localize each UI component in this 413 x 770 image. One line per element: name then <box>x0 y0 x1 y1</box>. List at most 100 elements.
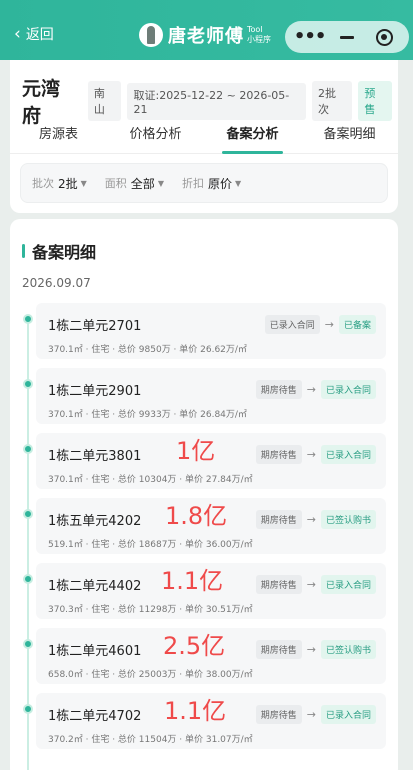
status-from-badge: 期房待售 <box>255 510 302 529</box>
more-dots-icon: ••• <box>293 26 327 47</box>
batch-filter[interactable]: 批次 2批 ▼ <box>32 175 87 192</box>
timeline-dot <box>23 509 33 519</box>
status-to-badge: 已录入合同 <box>320 380 376 399</box>
unit-name: 1栋二单元4601 <box>48 644 142 659</box>
filing-entry: 1栋二单元4402 370.3㎡ · 住宅 · 总价 11298万 · 单价 3… <box>10 563 398 619</box>
status-from-badge: 期房待售 <box>255 445 302 464</box>
arrow-right-icon: → <box>306 513 316 526</box>
handwritten-note: 1.1亿 <box>164 697 227 725</box>
filter-bar: 批次 2批 ▼ 面积 全部 ▼ 折扣 原价 ▼ <box>20 163 388 203</box>
status-to-badge: 已录入合同 <box>320 705 376 724</box>
status-change: 期房待售 → 已录入合同 <box>255 380 376 399</box>
brand-sub-top: Tool <box>247 25 263 34</box>
status-change: 已录入合同 → 已备案 <box>264 315 376 334</box>
unit-name: 1栋二单元2901 <box>48 384 142 399</box>
handwritten-note: 1.1亿 <box>161 567 224 595</box>
top-bar: ‹ 返回 唐老师傅 Tool 小程序 ••• <box>0 0 413 60</box>
brand-logo-icon <box>139 23 163 47</box>
timeline-dot <box>23 314 33 324</box>
brand: 唐老师傅 Tool 小程序 <box>139 22 271 48</box>
minimize-icon <box>339 35 354 39</box>
filing-entry: 1栋二单元2901 370.1㎡ · 住宅 · 总价 9933万 · 单价 26… <box>10 368 398 424</box>
filing-entry: 1栋二单元2701 370.1㎡ · 住宅 · 总价 9850万 · 单价 26… <box>10 303 398 359</box>
tab-units[interactable]: 房源表 <box>10 118 107 153</box>
filing-entry: 1栋二单元4702 370.2㎡ · 住宅 · 总价 11504万 · 单价 3… <box>10 693 398 749</box>
unit-meta: 370.1㎡ · 住宅 · 总价 9850万 · 单价 26.62万/㎡ <box>48 345 247 355</box>
presale-chip: 预售 <box>358 81 392 121</box>
arrow-right-icon: → <box>324 318 334 331</box>
tab-filing-details[interactable]: 备案明细 <box>301 118 398 153</box>
timeline-dot <box>23 574 33 584</box>
unit-meta: 370.2㎡ · 住宅 · 总价 11504万 · 单价 31.07万/㎡ <box>48 735 253 745</box>
caret-down-icon: ▼ <box>234 178 242 188</box>
unit-name: 1栋二单元4402 <box>48 579 142 594</box>
back-button[interactable]: ‹ 返回 <box>14 24 54 44</box>
unit-name: 1栋二单元4702 <box>48 709 142 724</box>
brand-sub-bottom: 小程序 <box>247 35 271 44</box>
status-change: 期房待售 → 已录入合同 <box>255 445 376 464</box>
arrow-right-icon: → <box>306 643 316 656</box>
unit-meta: 519.1㎡ · 住宅 · 总价 18687万 · 单价 36.00万/㎡ <box>48 540 253 550</box>
close-miniprogram-button[interactable] <box>368 25 400 49</box>
status-from-badge: 已录入合同 <box>264 315 320 334</box>
status-change: 期房待售 → 已录入合同 <box>255 575 376 594</box>
status-to-badge: 已录入合同 <box>320 575 376 594</box>
back-label: 返回 <box>25 27 54 43</box>
handwritten-note: 1.8亿 <box>165 502 228 530</box>
unit-meta: 370.3㎡ · 住宅 · 总价 11298万 · 单价 30.51万/㎡ <box>48 605 253 615</box>
tab-price-analysis[interactable]: 价格分析 <box>107 118 204 153</box>
caret-down-icon: ▼ <box>157 178 164 188</box>
brand-sub: Tool 小程序 <box>247 25 271 45</box>
more-button[interactable]: ••• <box>293 25 327 49</box>
caret-down-icon: ▼ <box>80 178 87 188</box>
filing-entry-card[interactable]: 1栋二单元2701 370.1㎡ · 住宅 · 总价 9850万 · 单价 26… <box>36 303 386 359</box>
batch-filter-label: 批次 <box>32 177 54 190</box>
unit-meta: 658.0㎡ · 住宅 · 总价 25003万 · 单价 38.00万/㎡ <box>48 670 253 680</box>
discount-filter-value: 原价 <box>207 176 232 191</box>
status-from-badge: 期房待售 <box>255 640 302 659</box>
section-header: 备案明细 <box>22 239 96 263</box>
arrow-right-icon: → <box>306 448 316 461</box>
status-to-badge: 已录入合同 <box>320 445 376 464</box>
status-change: 期房待售 → 已签认购书 <box>255 510 376 529</box>
chevron-left-icon: ‹ <box>14 24 21 44</box>
area-filter-value: 全部 <box>130 176 155 191</box>
unit-name: 1栋二单元3801 <box>48 449 142 464</box>
status-from-badge: 期房待售 <box>255 380 302 399</box>
batch-filter-value: 2批 <box>58 176 78 191</box>
filing-entry: 1栋五单元4202 519.1㎡ · 住宅 · 总价 18687万 · 单价 3… <box>10 498 398 554</box>
handwritten-note: 2.5亿 <box>163 632 226 660</box>
status-from-badge: 期房待售 <box>255 575 302 594</box>
filing-entry: 1栋二单元4601 658.0㎡ · 住宅 · 总价 25003万 · 单价 3… <box>10 628 398 684</box>
permit-period-chip: 取证:2025-12-22 ~ 2026-05-21 <box>127 82 306 120</box>
filing-date: 2026.09.07 <box>22 276 91 290</box>
section-title: 备案明细 <box>32 243 97 262</box>
batch-count-chip: 2批次 <box>311 81 353 121</box>
district-chip: 南山 <box>87 81 122 121</box>
filing-entry-card[interactable]: 1栋二单元2901 370.1㎡ · 住宅 · 总价 9933万 · 单价 26… <box>36 368 386 424</box>
timeline-dot <box>23 704 33 714</box>
unit-meta: 370.1㎡ · 住宅 · 总价 10304万 · 单价 27.84万/㎡ <box>48 475 253 485</box>
area-filter[interactable]: 面积 全部 ▼ <box>105 175 164 192</box>
filing-detail-card: 备案明细 2026.09.07 1栋二单元2701 370.1㎡ · 住宅 · … <box>10 219 398 770</box>
unit-name: 1栋五单元4202 <box>48 514 142 529</box>
discount-filter[interactable]: 折扣 原价 ▼ <box>182 175 241 192</box>
close-target-icon <box>375 28 393 46</box>
timeline-dot <box>23 444 33 454</box>
section-accent-bar <box>22 244 25 258</box>
arrow-right-icon: → <box>306 383 316 396</box>
area-filter-label: 面积 <box>104 177 127 190</box>
unit-name: 1栋二单元2701 <box>48 319 142 334</box>
status-change: 期房待售 → 已签认购书 <box>255 640 376 659</box>
discount-filter-label: 折扣 <box>181 177 204 190</box>
status-to-badge: 已签认购书 <box>320 510 376 529</box>
unit-meta: 370.1㎡ · 住宅 · 总价 9933万 · 单价 26.84万/㎡ <box>48 410 247 420</box>
status-change: 期房待售 → 已录入合同 <box>255 705 376 724</box>
arrow-right-icon: → <box>306 708 316 721</box>
brand-name: 唐老师傅 <box>168 26 244 47</box>
minimize-button[interactable] <box>331 25 363 49</box>
status-to-badge: 已签认购书 <box>320 640 376 659</box>
miniprogram-capsule: ••• <box>285 21 409 53</box>
tab-filing-analysis[interactable]: 备案分析 <box>204 118 301 154</box>
arrow-right-icon: → <box>306 578 316 591</box>
